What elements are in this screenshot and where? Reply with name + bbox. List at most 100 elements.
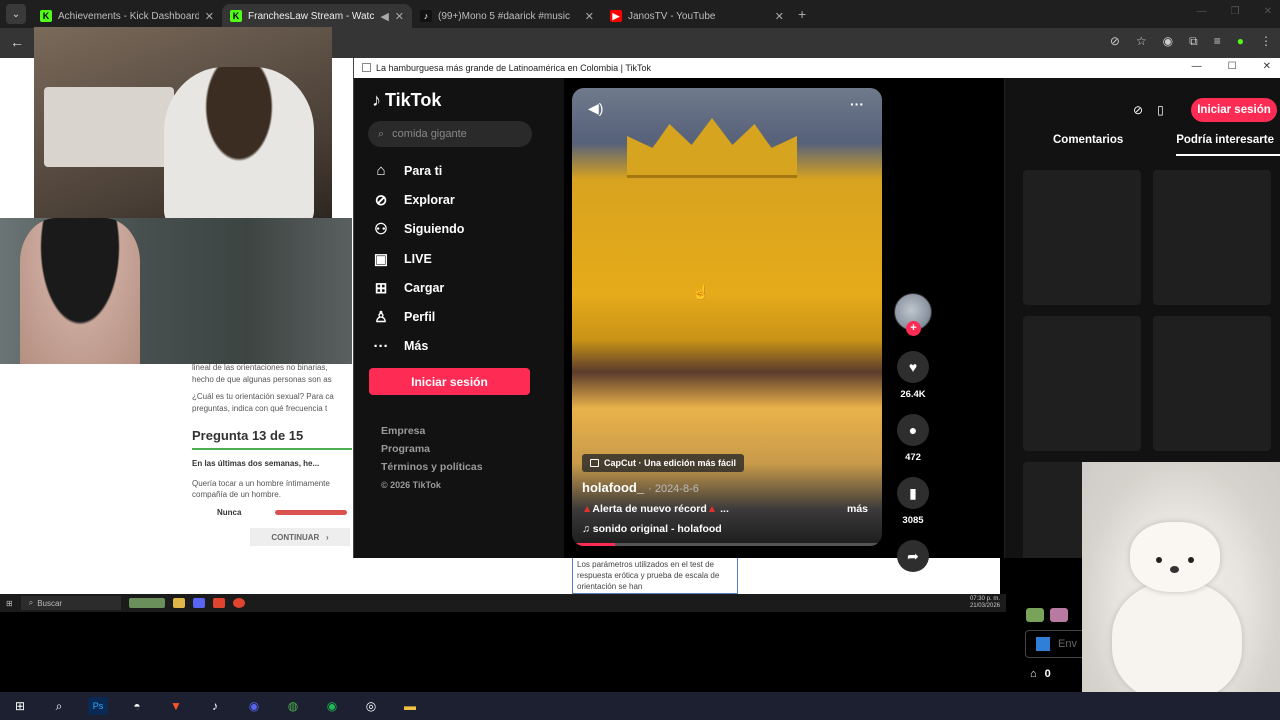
share-count: 8363 (902, 578, 924, 589)
header-login-button[interactable]: Iniciar sesión (1191, 98, 1277, 122)
extension-icon[interactable]: ◉ (1163, 34, 1173, 49)
suggestion-card[interactable] (1153, 170, 1271, 305)
dog-head (1130, 522, 1220, 592)
chrome-icon[interactable]: ◍ (283, 697, 303, 715)
answer-slider[interactable] (275, 510, 347, 515)
spotify-icon[interactable]: ◉ (322, 697, 342, 715)
search-input[interactable]: ⌕ comida gigante (368, 121, 532, 147)
profile-icon[interactable]: ● (1237, 34, 1244, 49)
footer-link[interactable]: Empresa (381, 422, 483, 440)
survey-text: lineal de las orientaciones no binarias, (192, 363, 328, 372)
eye-off-icon[interactable]: ⊘ (1110, 34, 1120, 49)
close-tab-icon[interactable]: ✕ (205, 10, 214, 23)
survey-subheading: En las últimas dos semanas, he... (192, 459, 320, 468)
close-icon[interactable]: ✕ (1264, 6, 1272, 17)
tab-search-button[interactable]: ⌄ (6, 4, 26, 24)
info-box: Los parámetros utilizados en el test de … (572, 556, 738, 594)
maximize-icon[interactable]: ☐ (1228, 61, 1237, 72)
tab-podria-interesarte[interactable]: Podría interesarte (1176, 134, 1280, 156)
discord-icon[interactable] (192, 598, 205, 608)
windows-icon[interactable]: ⊞ (6, 599, 13, 608)
browser-tab[interactable]: K Achievements - Kick Dashboard ✕ (32, 4, 222, 28)
close-tab-icon[interactable]: ✕ (585, 10, 594, 23)
following-icon: ⚇ (374, 221, 388, 239)
video-sound[interactable]: ♫ sonido original - holafood (582, 523, 722, 535)
answer-label: Nunca (217, 508, 242, 517)
video-player[interactable]: ◀) ··· ☝ CapCut · Una edición más fácil … (572, 88, 882, 546)
browser-tab-active[interactable]: K FranchesLaw Stream - Watc ◀ ✕ (222, 4, 412, 28)
creator-avatar[interactable]: + (894, 293, 932, 336)
file-explorer-icon[interactable]: ▬ (400, 697, 420, 715)
app-icon[interactable] (232, 598, 245, 608)
media-icon[interactable]: ≡ (1214, 34, 1221, 49)
restore-icon[interactable]: ❐ (1231, 6, 1240, 17)
sidebar-footer: Empresa Programa Términos y políticas © … (381, 422, 483, 494)
continue-button[interactable]: CONTINUAR › (250, 528, 350, 546)
suggestion-card[interactable] (1023, 170, 1141, 305)
tiktok-logo[interactable]: ♪ TikTok (372, 90, 441, 111)
minimize-icon[interactable]: — (1192, 61, 1202, 72)
suggestion-card[interactable] (1023, 316, 1141, 451)
photoshop-icon[interactable]: Ps (88, 697, 108, 715)
close-icon[interactable]: ✕ (1263, 61, 1271, 72)
footer-link[interactable]: Programa (381, 440, 483, 458)
siren-icon: ▲ (706, 503, 718, 515)
search-icon[interactable]: ⌕ (49, 697, 69, 715)
device-icon[interactable]: ▯ (1157, 103, 1164, 117)
compass-icon[interactable]: ⊘ (1133, 103, 1143, 117)
browser-tab[interactable]: ▶ JanosTV - YouTube ✕ (602, 4, 792, 28)
discord-icon[interactable]: ◉ (244, 697, 264, 715)
video-progress[interactable] (572, 543, 882, 546)
video-description: ▲Alerta de nuevo récord▲ ... (582, 503, 729, 515)
minimize-icon[interactable]: — (1197, 6, 1207, 17)
more-link[interactable]: más (847, 503, 868, 515)
emote-icon[interactable] (1050, 608, 1068, 622)
suggestion-card[interactable] (1153, 316, 1271, 451)
taskbar-search[interactable]: ⌕ Buscar (20, 596, 121, 610)
nav-item-perfil[interactable]: ♙ Perfil (372, 302, 464, 331)
star-icon[interactable]: ☆ (1136, 34, 1147, 49)
tiktok-icon[interactable]: ♪ (205, 697, 225, 715)
comment-action[interactable]: ● 472 (892, 414, 934, 463)
video-author[interactable]: holafood_ · 2024-8-6 (582, 480, 699, 495)
nav-label: Explorar (404, 192, 455, 207)
new-tab-icon[interactable]: + (798, 6, 806, 22)
viewer-count: ⌂ 0 (1030, 668, 1051, 680)
brave-icon[interactable] (212, 598, 225, 608)
save-action[interactable]: ▮ 3085 (892, 477, 934, 526)
nav-item-siguiendo[interactable]: ⚇ Siguiendo (372, 215, 464, 244)
like-action[interactable]: ♥ 26.4K (892, 351, 934, 400)
browser-tab[interactable]: ♪ (99+)Mono 5 #daarick #music ✕ (412, 4, 602, 28)
steam-icon[interactable]: ◓ (127, 697, 147, 715)
close-tab-icon[interactable]: ✕ (395, 10, 404, 23)
nav-item-explorar[interactable]: ⊘ Explorar (372, 185, 464, 214)
nav-item-mas[interactable]: ··· Más (372, 332, 464, 361)
nav-item-cargar[interactable]: ⊞ Cargar (372, 273, 464, 302)
emote-icon[interactable] (1026, 608, 1044, 622)
puzzle-icon[interactable]: ⧉ (1189, 34, 1198, 49)
weather-icon[interactable] (128, 598, 165, 608)
brave-icon[interactable]: ▼ (166, 697, 186, 715)
video-actions: + ♥ 26.4K ● 472 ▮ 3085 ➦ 8363 (892, 293, 934, 589)
close-tab-icon[interactable]: ✕ (775, 10, 784, 23)
tab-title: Achievements - Kick Dashboard (58, 10, 199, 22)
capcut-tag[interactable]: CapCut · Una edición más fácil (582, 454, 745, 472)
share-action[interactable]: ➦ 8363 (892, 540, 934, 589)
windows-start-icon[interactable]: ⊞ (10, 697, 30, 715)
menu-icon[interactable]: ⋮ (1260, 34, 1272, 49)
audio-icon[interactable]: ◀ (380, 10, 388, 23)
mute-icon[interactable]: ◀) (588, 100, 603, 117)
more-options-icon[interactable]: ··· (850, 96, 864, 112)
tab-comments[interactable]: Comentarios (1023, 134, 1135, 156)
obs-icon[interactable]: ◎ (361, 697, 381, 715)
follow-plus-icon[interactable]: + (906, 321, 921, 336)
nav-item-live[interactable]: ▣ LIVE (372, 244, 464, 273)
login-button[interactable]: Iniciar sesión (369, 368, 530, 395)
save-count: 3085 (902, 515, 924, 526)
tiktok-tab-icon: ♪ (420, 10, 432, 22)
folder-icon[interactable] (172, 598, 185, 608)
footer-link[interactable]: Términos y políticas (381, 458, 483, 476)
back-arrow-icon[interactable]: ← (10, 34, 24, 50)
dog-eye (1156, 557, 1162, 563)
nav-item-para-ti[interactable]: ⌂ Para ti (372, 156, 464, 185)
